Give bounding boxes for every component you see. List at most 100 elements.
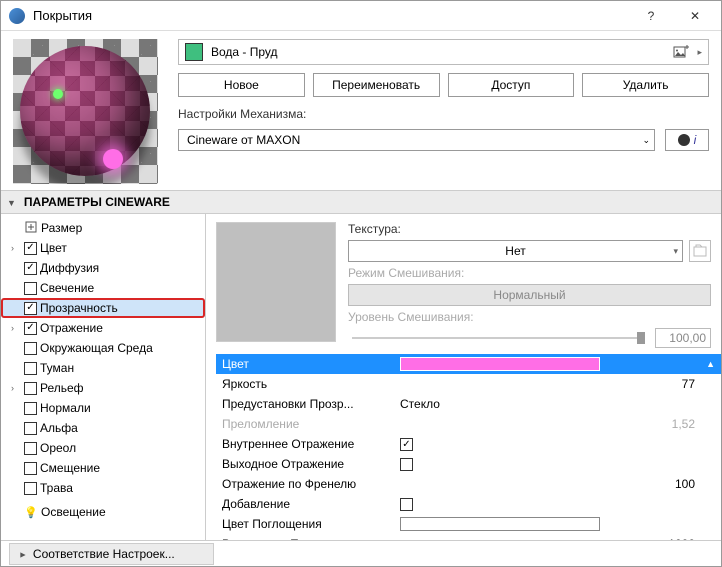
color-swatch[interactable] [400, 357, 600, 371]
checkbox[interactable] [24, 262, 37, 275]
size-icon [24, 221, 38, 236]
prop-name: Предустановки Прозр... [222, 397, 392, 411]
engine-combo-value: Cineware от MAXON [187, 133, 300, 147]
delete-button[interactable]: Удалить [582, 73, 709, 97]
checkbox[interactable] [400, 458, 413, 471]
checkbox[interactable] [24, 482, 37, 495]
new-button[interactable]: Новое [178, 73, 305, 97]
checkbox[interactable] [24, 302, 37, 315]
checkbox[interactable] [24, 342, 37, 355]
checkbox[interactable] [24, 362, 37, 375]
engine-combo[interactable]: Cineware от MAXON ⌄ [178, 129, 655, 151]
texture-dropdown[interactable]: Нет ▾ [348, 240, 683, 262]
close-button[interactable]: ✕ [673, 1, 717, 31]
share-button[interactable]: Доступ [448, 73, 575, 97]
dropdown-arrow-icon[interactable]: ▸ [697, 47, 702, 58]
checkbox[interactable] [24, 442, 37, 455]
prop-row-internal-reflection[interactable]: Внутреннее Отражение [216, 434, 721, 454]
material-swatch [185, 43, 203, 61]
tree-label: Трава [40, 481, 73, 495]
tree-item-luminance[interactable]: Свечение [1, 278, 205, 298]
checkbox[interactable] [400, 498, 413, 511]
color-swatch-white[interactable] [400, 517, 600, 531]
prop-row-refraction: Преломление 1,52 [216, 414, 721, 434]
prop-row-exit-reflection[interactable]: Выходное Отражение [216, 454, 721, 474]
c4d-icon [678, 134, 690, 146]
prop-name: Расстояние Поглощения [222, 537, 392, 540]
window-title: Покрытия [33, 8, 629, 23]
channel-tree: Размер ›Цвет Диффузия Свечение Прозрачно… [1, 214, 206, 540]
section-header-cineware[interactable]: ПАРАМЕТРЫ CINEWARE [1, 190, 721, 214]
tree-item-color[interactable]: ›Цвет [1, 238, 205, 258]
collapse-icon [14, 549, 28, 560]
prop-name: Отражение по Френелю [222, 477, 392, 491]
mix-mode-value: Нормальный [493, 288, 565, 302]
engine-info-button[interactable]: i [665, 129, 709, 151]
prop-name: Добавление [222, 497, 392, 511]
collapse-icon [7, 195, 18, 209]
tree-item-illumination[interactable]: 💡Освещение [1, 502, 205, 522]
checkbox[interactable] [24, 402, 37, 415]
prop-row-absorption-distance[interactable]: Расстояние Поглощения 1000 [216, 534, 721, 540]
prop-name: Внутреннее Отражение [222, 437, 392, 451]
image-options-icon[interactable] [673, 44, 689, 60]
tree-item-normal[interactable]: Нормали [1, 398, 205, 418]
checkbox[interactable] [24, 242, 37, 255]
prop-value: 1000 [400, 537, 695, 540]
prop-row-absorption-color[interactable]: Цвет Поглощения [216, 514, 721, 534]
chevron-down-icon: ▾ [673, 246, 678, 257]
tree-label: Смещение [40, 461, 100, 475]
tree-item-size[interactable]: Размер [1, 218, 205, 238]
tree-item-environment[interactable]: Окружающая Среда [1, 338, 205, 358]
tree-label: Туман [40, 361, 74, 375]
prop-value: 1,52 [400, 417, 695, 431]
tree-item-glow[interactable]: Ореол [1, 438, 205, 458]
info-letter-icon: i [694, 133, 697, 147]
tree-label: Свечение [40, 281, 94, 295]
texture-browse-button[interactable] [689, 240, 711, 262]
material-preview [13, 39, 158, 184]
scroll-up-icon[interactable]: ▲ [706, 359, 715, 369]
prop-name: Яркость [222, 377, 392, 391]
mix-level-slider [352, 337, 645, 339]
material-name[interactable]: Вода - Пруд [211, 45, 665, 59]
tree-item-grass[interactable]: Трава [1, 478, 205, 498]
prop-row-additive[interactable]: Добавление [216, 494, 721, 514]
prop-row-brightness[interactable]: Яркость77 [216, 374, 721, 394]
tree-item-bump[interactable]: ›Рельеф [1, 378, 205, 398]
checkbox[interactable] [24, 462, 37, 475]
prop-name: Преломление [222, 417, 392, 431]
checkbox[interactable] [24, 322, 37, 335]
section-title: Соответствие Настроек... [33, 547, 175, 561]
prop-row-color[interactable]: Цвет ▲ [216, 354, 721, 374]
checkbox[interactable] [400, 438, 413, 451]
engine-settings-label: Настройки Механизма: [178, 107, 709, 121]
help-button[interactable]: ? [629, 1, 673, 31]
prop-name: Цвет Поглощения [222, 517, 392, 531]
section-header-matching[interactable]: Соответствие Настроек... [9, 543, 214, 565]
mix-level-input: 100,00 [655, 328, 711, 348]
checkbox[interactable] [24, 382, 37, 395]
rename-button[interactable]: Переименовать [313, 73, 440, 97]
tree-label: Отражение [40, 321, 103, 335]
texture-label: Текстура: [348, 222, 711, 236]
tree-item-displacement[interactable]: Смещение [1, 458, 205, 478]
texture-preview [216, 222, 336, 342]
tree-item-reflection[interactable]: ›Отражение [1, 318, 205, 338]
tree-label: Ореол [40, 441, 76, 455]
mix-mode-dropdown: Нормальный [348, 284, 711, 306]
bulb-icon: 💡 [24, 506, 38, 519]
tree-item-fog[interactable]: Туман [1, 358, 205, 378]
tree-label: Рельеф [40, 381, 84, 395]
prop-row-fresnel[interactable]: Отражение по Френелю100 [216, 474, 721, 494]
prop-name: Выходное Отражение [222, 457, 392, 471]
checkbox[interactable] [24, 422, 37, 435]
tree-label: Окружающая Среда [40, 341, 153, 355]
tree-item-diffusion[interactable]: Диффузия [1, 258, 205, 278]
mix-mode-label: Режим Смешивания: [348, 266, 711, 280]
prop-row-preset[interactable]: Предустановки Прозр... Стекло [216, 394, 721, 414]
tree-item-alpha[interactable]: Альфа [1, 418, 205, 438]
checkbox[interactable] [24, 282, 37, 295]
tree-item-transparency[interactable]: Прозрачность [1, 298, 205, 318]
prop-value: Стекло [400, 397, 695, 411]
